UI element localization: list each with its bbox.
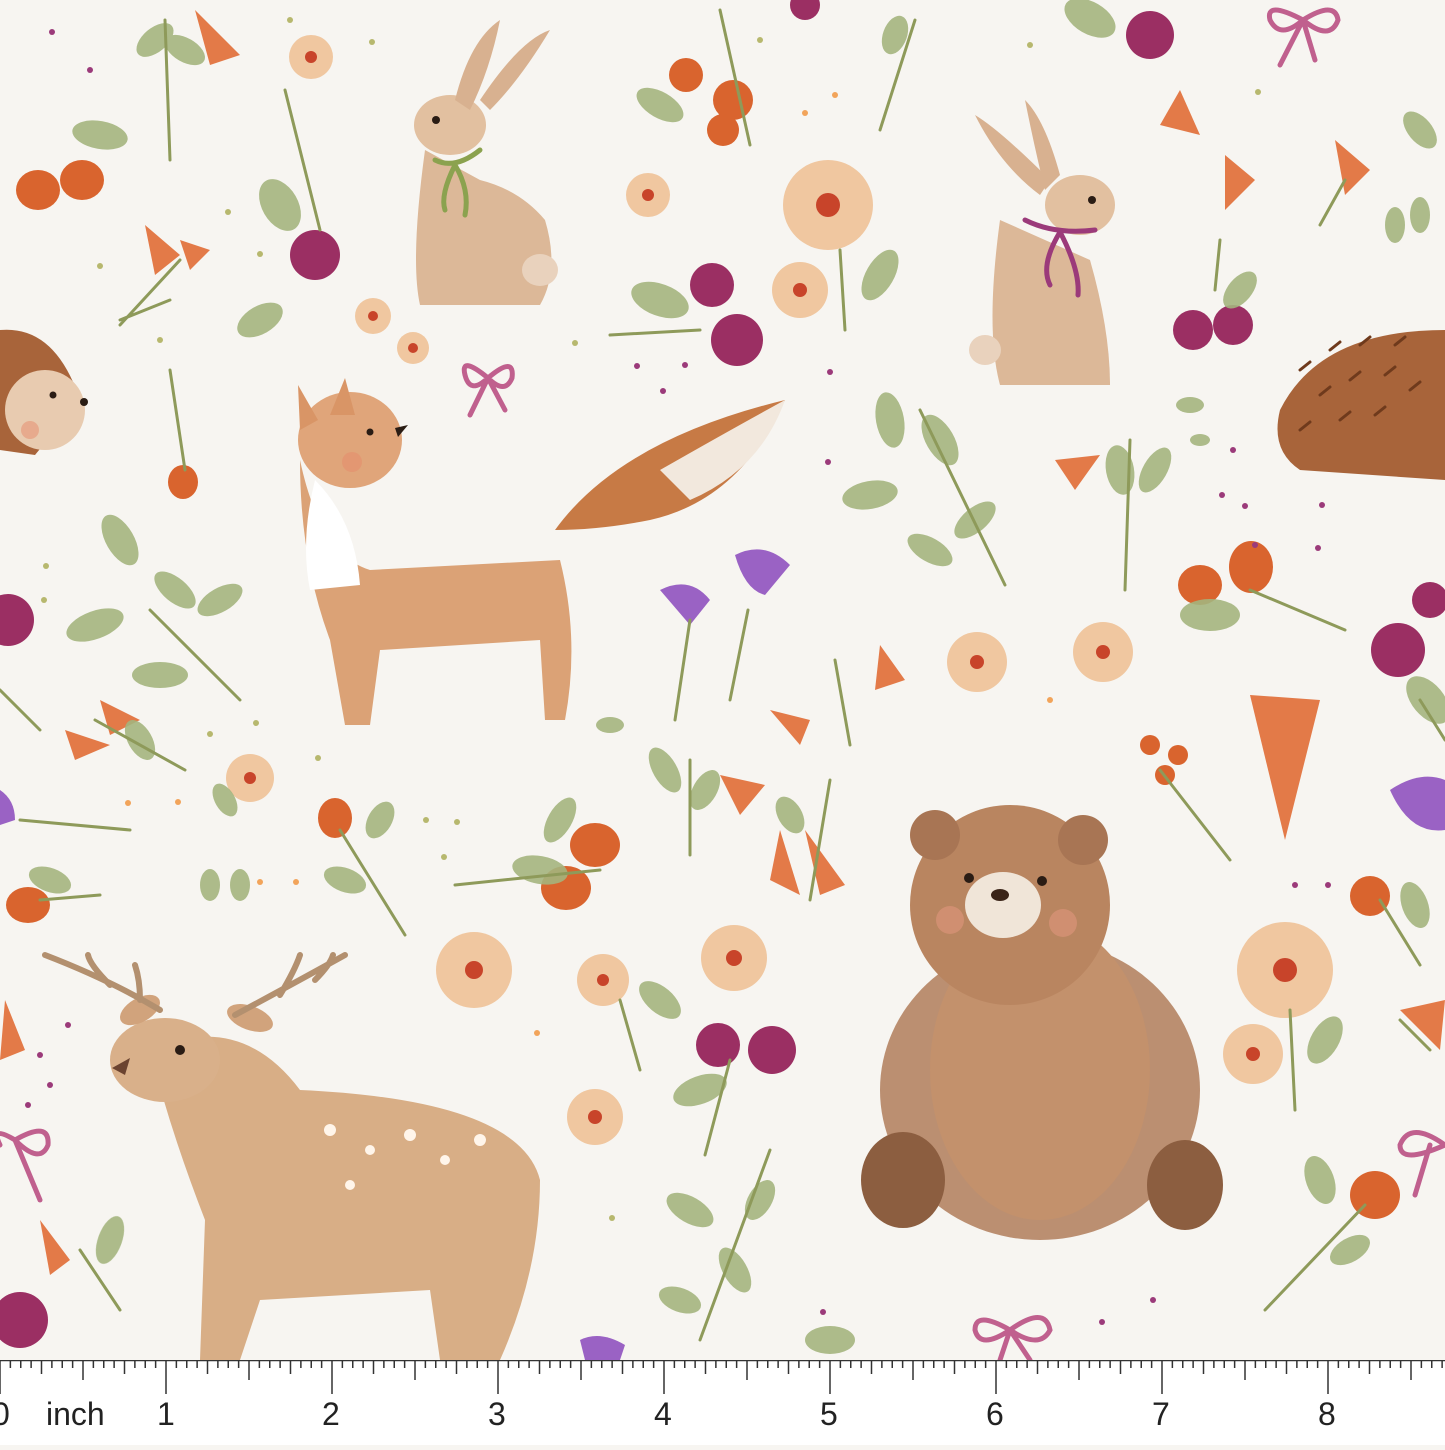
ruler-number-4: 4 — [654, 1398, 672, 1430]
ruler-number-8: 8 — [1318, 1398, 1336, 1430]
ruler-number-7: 7 — [1152, 1398, 1170, 1430]
ruler-number-6: 6 — [986, 1398, 1004, 1430]
ruler-number-2: 2 — [322, 1398, 340, 1430]
woodland-pattern — [0, 0, 1445, 1360]
measurement-ruler — [0, 1360, 1445, 1445]
ruler-number-5: 5 — [820, 1398, 838, 1430]
ruler-number-1: 1 — [157, 1398, 175, 1430]
ruler-ticks — [0, 1360, 1445, 1445]
ruler-unit-label: inch — [46, 1398, 105, 1430]
ruler-number-3: 3 — [488, 1398, 506, 1430]
ruler-number-0: 0 — [0, 1398, 10, 1430]
